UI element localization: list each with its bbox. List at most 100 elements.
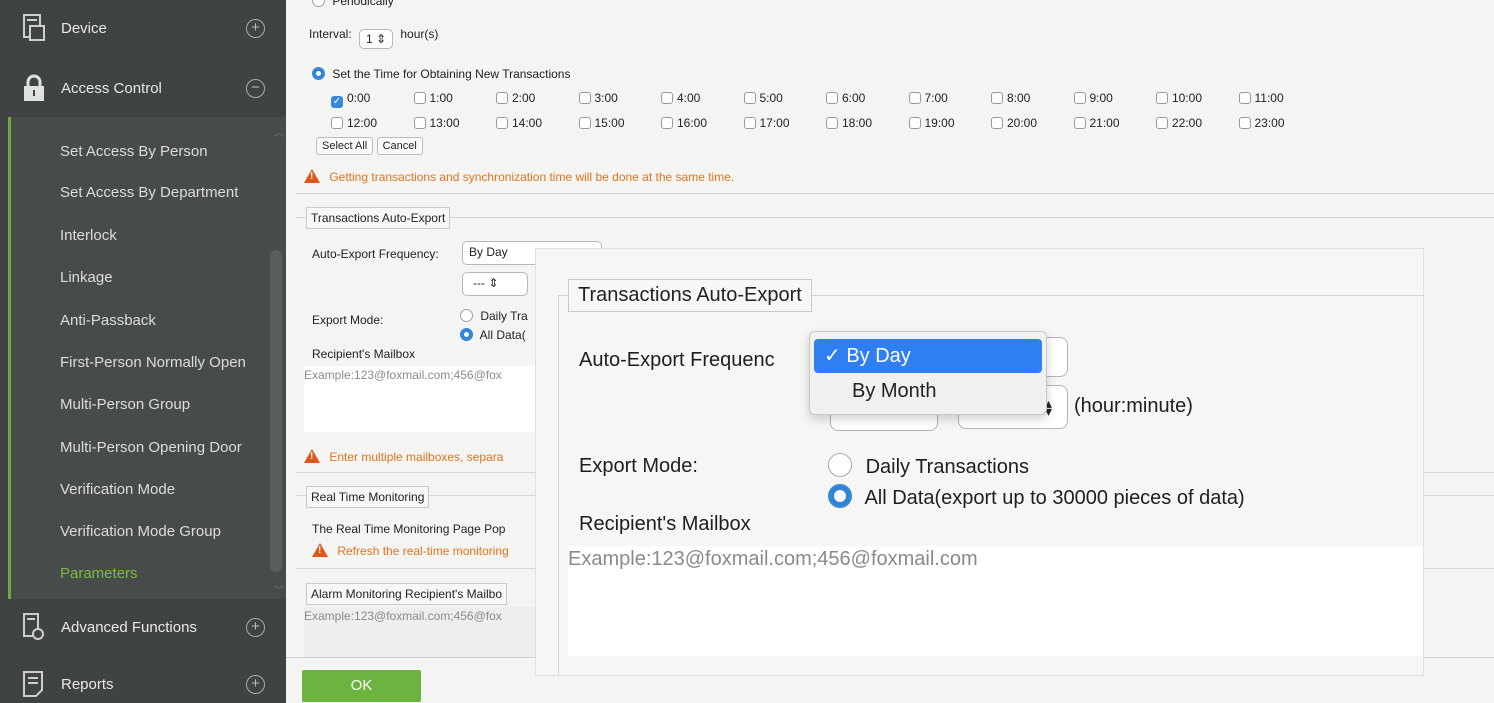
- scroll-up-icon[interactable]: ︿: [274, 124, 284, 139]
- dropdown-option-by-month[interactable]: By Month: [814, 374, 1042, 408]
- time-checkbox-item[interactable]: 10:00: [1156, 91, 1202, 105]
- menu-access-control[interactable]: Access Control −: [0, 62, 286, 114]
- checkbox-icon[interactable]: [1238, 92, 1251, 104]
- export-hour-select[interactable]: --- ⇕: [462, 272, 528, 296]
- menu-reports[interactable]: Reports +: [0, 658, 286, 703]
- zoom-all-data-radio[interactable]: [828, 484, 852, 508]
- checkbox-icon[interactable]: [496, 117, 508, 129]
- sidebar-item-set-access-by-department[interactable]: Set Access By Department: [60, 184, 238, 201]
- zoom-all-data-label: All Data(export up to 30000 pieces of da…: [864, 487, 1245, 509]
- expand-plus-icon[interactable]: +: [246, 617, 265, 637]
- dropdown-option-by-day[interactable]: ✓ By Day: [814, 339, 1042, 373]
- checkbox-icon[interactable]: [578, 92, 591, 104]
- checkbox-icon[interactable]: [908, 92, 921, 104]
- expand-plus-icon[interactable]: +: [246, 674, 265, 694]
- time-checkbox-item[interactable]: 3:00: [578, 91, 618, 105]
- time-checkbox-item[interactable]: 1:00: [413, 91, 453, 105]
- time-checkbox-item[interactable]: 8:00: [991, 91, 1030, 105]
- time-label: 7:00: [924, 91, 948, 105]
- time-checkbox-item[interactable]: 22:00: [1156, 116, 1202, 130]
- time-checkbox-item[interactable]: 17:00: [743, 116, 790, 130]
- menu-device[interactable]: Device +: [0, 2, 286, 54]
- ok-button[interactable]: OK: [302, 670, 421, 702]
- checkbox-icon[interactable]: [1238, 117, 1251, 129]
- time-checkbox-item[interactable]: 4:00: [661, 91, 700, 105]
- all-data-radio[interactable]: [460, 328, 473, 341]
- time-label: 11:00: [1254, 91, 1284, 105]
- checkbox-icon[interactable]: [413, 117, 426, 129]
- select-all-button[interactable]: Select All: [316, 137, 374, 155]
- checkbox-icon[interactable]: [991, 92, 1003, 104]
- checkbox-icon[interactable]: [1073, 117, 1086, 129]
- checked-checkbox-icon[interactable]: ✓: [331, 96, 343, 108]
- time-label: 22:00: [1172, 116, 1203, 130]
- sidebar-item-verification-mode[interactable]: Verification Mode: [60, 481, 175, 498]
- zoom-recipient-textarea[interactable]: Example:123@foxmail.com;456@foxmail.com: [568, 546, 1423, 656]
- time-checkbox-item[interactable]: 2:00: [496, 91, 535, 105]
- time-checkbox-item[interactable]: 20:00: [991, 116, 1037, 130]
- checkbox-icon[interactable]: [826, 117, 838, 129]
- checkbox-icon[interactable]: [743, 117, 756, 129]
- checkbox-icon[interactable]: [331, 117, 343, 129]
- device-icon: [23, 14, 45, 41]
- sidebar-item-multi-person-opening-door[interactable]: Multi-Person Opening Door: [60, 439, 242, 456]
- time-checkbox-item[interactable]: 23:00: [1238, 116, 1285, 130]
- interval-label: Interval:: [309, 27, 352, 41]
- interval-select[interactable]: 1 ⇕: [359, 29, 394, 49]
- zoom-frequency-label: Auto-Export Frequenc: [579, 349, 775, 371]
- checkbox-icon[interactable]: [1156, 92, 1168, 104]
- time-checkbox-item[interactable]: 7:00: [908, 91, 948, 105]
- alarm-mailbox-textarea[interactable]: Example:123@foxmail.com;456@fox: [304, 607, 536, 657]
- checkbox-icon[interactable]: [826, 92, 838, 104]
- frequency-dropdown-menu: ✓ By Day By Month: [809, 331, 1047, 415]
- time-checkbox-item[interactable]: 18:00: [826, 116, 872, 130]
- time-checkbox-item[interactable]: 11:00: [1238, 91, 1284, 105]
- checkbox-icon[interactable]: [661, 92, 673, 104]
- cancel-button[interactable]: Cancel: [376, 137, 423, 155]
- expand-plus-icon[interactable]: +: [246, 18, 265, 38]
- checkbox-icon[interactable]: [413, 92, 426, 104]
- checkbox-icon[interactable]: [496, 92, 508, 104]
- checkbox-icon[interactable]: [1156, 117, 1168, 129]
- time-label: 19:00: [924, 116, 955, 130]
- zoom-daily-radio[interactable]: [828, 453, 852, 477]
- time-checkbox-item[interactable]: 15:00: [578, 116, 625, 130]
- checkbox-icon[interactable]: [1073, 92, 1086, 104]
- collapse-minus-icon[interactable]: −: [246, 78, 265, 98]
- sidebar-item-interlock[interactable]: Interlock: [60, 227, 117, 244]
- sidebar-item-anti-passback[interactable]: Anti-Passback: [60, 312, 156, 329]
- time-checkbox-item[interactable]: 9:00: [1073, 91, 1113, 105]
- sidebar-item-verification-mode-group[interactable]: Verification Mode Group: [60, 523, 221, 540]
- checkbox-icon[interactable]: [661, 117, 673, 129]
- time-label: 21:00: [1089, 116, 1120, 130]
- checkbox-icon[interactable]: [991, 117, 1003, 129]
- advanced-functions-icon: [23, 613, 44, 640]
- zoom-daily-label: Daily Transactions: [865, 456, 1029, 478]
- sidebar-item-set-access-by-person[interactable]: Set Access By Person: [60, 143, 208, 160]
- periodically-radio[interactable]: [312, 0, 325, 7]
- time-checkbox-item[interactable]: 13:00: [413, 116, 460, 130]
- daily-transactions-radio[interactable]: [460, 309, 473, 322]
- sidebar-item-parameters[interactable]: Parameters: [60, 565, 138, 582]
- menu-advanced-functions[interactable]: Advanced Functions +: [0, 601, 286, 653]
- recipient-mailbox-textarea[interactable]: Example:123@foxmail.com;456@fox: [304, 366, 536, 432]
- set-time-radio[interactable]: [312, 67, 325, 80]
- checkbox-icon[interactable]: [743, 92, 756, 104]
- time-checkbox-item[interactable]: 6:00: [826, 91, 865, 105]
- time-checkbox-item[interactable]: ✓ 0:00: [331, 91, 370, 108]
- time-checkbox-item[interactable]: 16:00: [661, 116, 707, 130]
- time-checkbox-item[interactable]: 21:00: [1073, 116, 1120, 130]
- sidebar-item-linkage[interactable]: Linkage: [60, 269, 113, 286]
- sidebar-item-multi-person-group[interactable]: Multi-Person Group: [60, 396, 190, 413]
- mailbox-placeholder: Example:123@foxmail.com;456@fox: [304, 368, 502, 382]
- time-checkbox-item[interactable]: 19:00: [908, 116, 955, 130]
- export-mode-label: Export Mode:: [312, 313, 384, 327]
- time-checkbox-item[interactable]: 12:00: [331, 116, 377, 130]
- checkbox-icon[interactable]: [908, 117, 921, 129]
- checkbox-icon[interactable]: [578, 117, 591, 129]
- scroll-down-icon[interactable]: ﹀: [274, 582, 284, 597]
- sidebar-item-first-person-normally-open[interactable]: First-Person Normally Open: [60, 354, 246, 371]
- time-checkbox-item[interactable]: 5:00: [743, 91, 783, 105]
- time-checkbox-item[interactable]: 14:00: [496, 116, 542, 130]
- sidebar-scrollbar[interactable]: [270, 250, 282, 572]
